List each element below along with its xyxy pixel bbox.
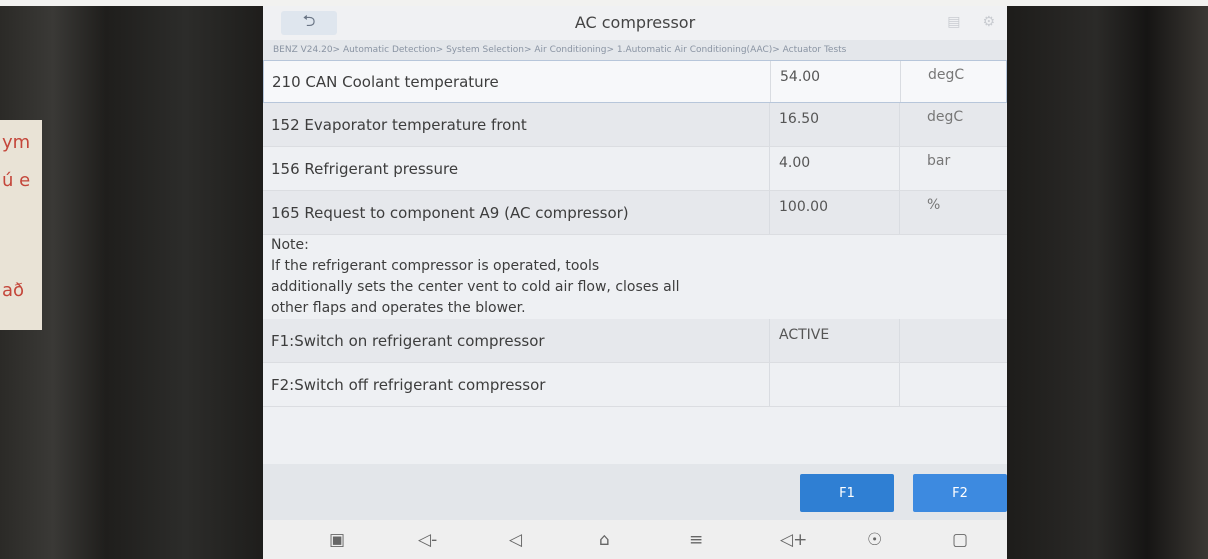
row-value: 100.00 [779, 199, 828, 215]
note-line: If the refrigerant compressor is operate… [271, 258, 600, 274]
volume-down-icon[interactable]: ◁- [418, 530, 437, 550]
note-line: other flaps and operates the blower. [271, 300, 526, 316]
device-bezel-right [1005, 6, 1208, 559]
data-row[interactable]: 165 Request to component A9 (AC compress… [263, 191, 1007, 235]
row-label: 210 CAN Coolant temperature [272, 72, 499, 91]
data-row[interactable]: 156 Refrigerant pressure 4.00 bar [263, 147, 1007, 191]
row-value: 54.00 [780, 69, 821, 85]
cast-icon[interactable]: ▢ [952, 530, 968, 550]
footer-toolbar: F1 F2 [263, 464, 1007, 520]
background-paper: ym ú e að [0, 120, 42, 330]
back-icon[interactable]: ◁ [509, 530, 522, 550]
f1-button[interactable]: F1 [800, 474, 894, 512]
function-status: ACTIVE [779, 327, 830, 343]
f2-button[interactable]: F2 [913, 474, 1007, 512]
row-label: 152 Evaporator temperature front [271, 115, 527, 134]
row-value: 16.50 [779, 111, 820, 127]
row-unit: bar [927, 153, 951, 169]
home-icon[interactable]: ⌂ [599, 530, 610, 550]
row-label: 156 Refrigerant pressure [271, 159, 459, 178]
data-row[interactable]: 152 Evaporator temperature front 16.50 d… [263, 103, 1007, 147]
row-unit: % [927, 197, 941, 213]
function-row-f1[interactable]: F1:Switch on refrigerant compressor ACTI… [263, 319, 1007, 363]
row-value: 4.00 [779, 155, 811, 171]
page-title: AC compressor [574, 13, 696, 32]
note-heading: Note: [271, 237, 309, 253]
breadcrumb: BENZ V24.20> Automatic Detection> System… [263, 40, 1007, 60]
chat-icon[interactable]: ▤ [947, 14, 960, 30]
row-label: 165 Request to component A9 (AC compress… [271, 203, 629, 222]
screenshot-icon[interactable]: ▣ [329, 530, 345, 550]
data-row[interactable]: 210 CAN Coolant temperature 54.00 degC [263, 60, 1007, 103]
note-line: additionally sets the center vent to col… [271, 279, 680, 295]
title-bar: ⮌ AC compressor ▤ ⚙ [263, 6, 1007, 40]
function-label: F2:Switch off refrigerant compressor [271, 375, 546, 394]
tablet-screen: ⮌ AC compressor ▤ ⚙ BENZ V24.20> Automat… [263, 6, 1007, 559]
row-unit: degC [927, 109, 964, 125]
volume-up-icon[interactable]: ◁+ [780, 530, 807, 550]
function-label: F1:Switch on refrigerant compressor [271, 331, 545, 350]
note-block: Note: If the refrigerant compressor is o… [263, 235, 1007, 319]
function-row-f2[interactable]: F2:Switch off refrigerant compressor [263, 363, 1007, 407]
settings-icon[interactable]: ⚙ [982, 14, 995, 30]
menu-icon[interactable]: ≡ [689, 530, 703, 550]
android-nav-bar: ▣ ◁- ◁ ⌂ ≡ ◁+ ☉ ▢ [263, 520, 1007, 559]
vci-icon[interactable]: ☉ [867, 530, 882, 550]
row-unit: degC [928, 67, 965, 83]
